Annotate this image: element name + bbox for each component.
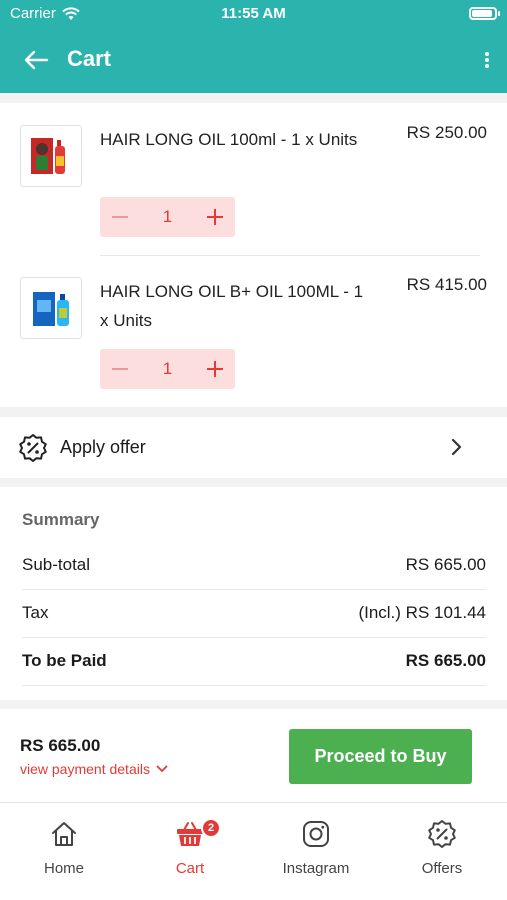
top-bar: Carrier 11:55 AM Cart <box>0 0 507 93</box>
summary-row-total: To be Paid RS 665.00 <box>22 638 486 686</box>
summary-value: RS 665.00 <box>405 555 486 574</box>
quantity-stepper: 1 <box>100 197 235 237</box>
home-icon <box>52 822 76 846</box>
proceed-to-buy-button[interactable]: Proceed to Buy <box>289 729 472 784</box>
decrease-quantity-button[interactable] <box>104 197 136 237</box>
tab-offers[interactable]: Offers <box>379 803 505 900</box>
product-thumbnail-icon <box>31 138 65 174</box>
cart-item: HAIR LONG OIL B+ OIL 100ML - 1 x Units R… <box>0 255 507 407</box>
product-name: HAIR LONG OIL B+ OIL 100ML - 1 x Units <box>100 282 364 330</box>
view-payment-details-label: view payment details <box>20 761 150 777</box>
back-button[interactable] <box>20 44 52 76</box>
plus-icon <box>207 209 223 225</box>
tab-label: Offers <box>421 860 463 877</box>
summary-heading: Summary <box>22 510 100 529</box>
status-bar: Carrier 11:55 AM <box>0 0 507 28</box>
tab-label: Cart <box>175 860 205 877</box>
cart-item: HAIR LONG OIL 100ml - 1 x Units RS 250.0… <box>0 103 507 256</box>
page-title: Cart <box>67 46 112 71</box>
summary-value: (Incl.) RS 101.44 <box>358 603 486 622</box>
minus-icon <box>112 216 128 218</box>
cart-items: HAIR LONG OIL 100ml - 1 x Units RS 250.0… <box>0 103 507 407</box>
quantity-value: 1 <box>162 207 173 226</box>
cart-count-badge: 2 <box>201 818 221 838</box>
discount-badge-icon <box>428 820 456 848</box>
tab-cart[interactable]: 2 Cart <box>127 803 253 900</box>
tab-label: Instagram <box>282 860 350 877</box>
checkout-bar: RS 665.00 view payment details Proceed t… <box>0 709 507 802</box>
status-time: 11:55 AM <box>221 5 286 22</box>
minus-icon <box>112 368 128 370</box>
summary-label: Sub-total <box>22 555 91 574</box>
more-vertical-icon <box>485 52 489 68</box>
tab-home[interactable]: Home <box>1 803 127 900</box>
battery-icon <box>469 7 500 20</box>
tab-instagram[interactable]: Instagram <box>253 803 379 900</box>
instagram-icon <box>303 821 329 847</box>
increase-quantity-button[interactable] <box>199 197 231 237</box>
decrease-quantity-button[interactable] <box>104 349 136 389</box>
cart-icon <box>177 822 203 846</box>
product-image[interactable] <box>20 277 82 339</box>
tab-label: Home <box>43 860 84 877</box>
product-image[interactable] <box>20 125 82 187</box>
apply-offer-label: Apply offer <box>60 437 146 457</box>
product-price: RS 250.00 <box>406 123 487 142</box>
increase-quantity-button[interactable] <box>199 349 231 389</box>
quantity-value: 1 <box>162 359 173 378</box>
discount-badge-icon <box>19 434 47 462</box>
summary-row-tax: Tax (Incl.) RS 101.44 <box>22 590 486 638</box>
more-options-button[interactable] <box>477 44 497 76</box>
summary-row-subtotal: Sub-total RS 665.00 <box>22 542 486 590</box>
product-thumbnail-icon <box>33 292 69 326</box>
nav-bar: Cart <box>0 30 507 90</box>
product-price: RS 415.00 <box>406 275 487 294</box>
summary-label: To be Paid <box>22 651 107 670</box>
chevron-right-icon <box>451 438 462 456</box>
chevron-down-icon <box>156 765 168 772</box>
summary-value: RS 665.00 <box>405 651 486 670</box>
plus-icon <box>207 361 223 377</box>
arrow-left-icon <box>24 50 49 70</box>
quantity-stepper: 1 <box>100 349 235 389</box>
product-name: HAIR LONG OIL 100ml - 1 x Units <box>100 130 358 149</box>
checkout-total: RS 665.00 <box>20 736 101 755</box>
summary-label: Tax <box>22 603 49 622</box>
bottom-tab-bar: Home 2 Cart Instagram Offers <box>0 802 507 900</box>
view-payment-details-link[interactable]: view payment details <box>20 761 168 777</box>
apply-offer-row[interactable]: Apply offer <box>0 417 507 478</box>
order-summary: Summary Sub-total RS 665.00 Tax (Incl.) … <box>0 487 507 700</box>
